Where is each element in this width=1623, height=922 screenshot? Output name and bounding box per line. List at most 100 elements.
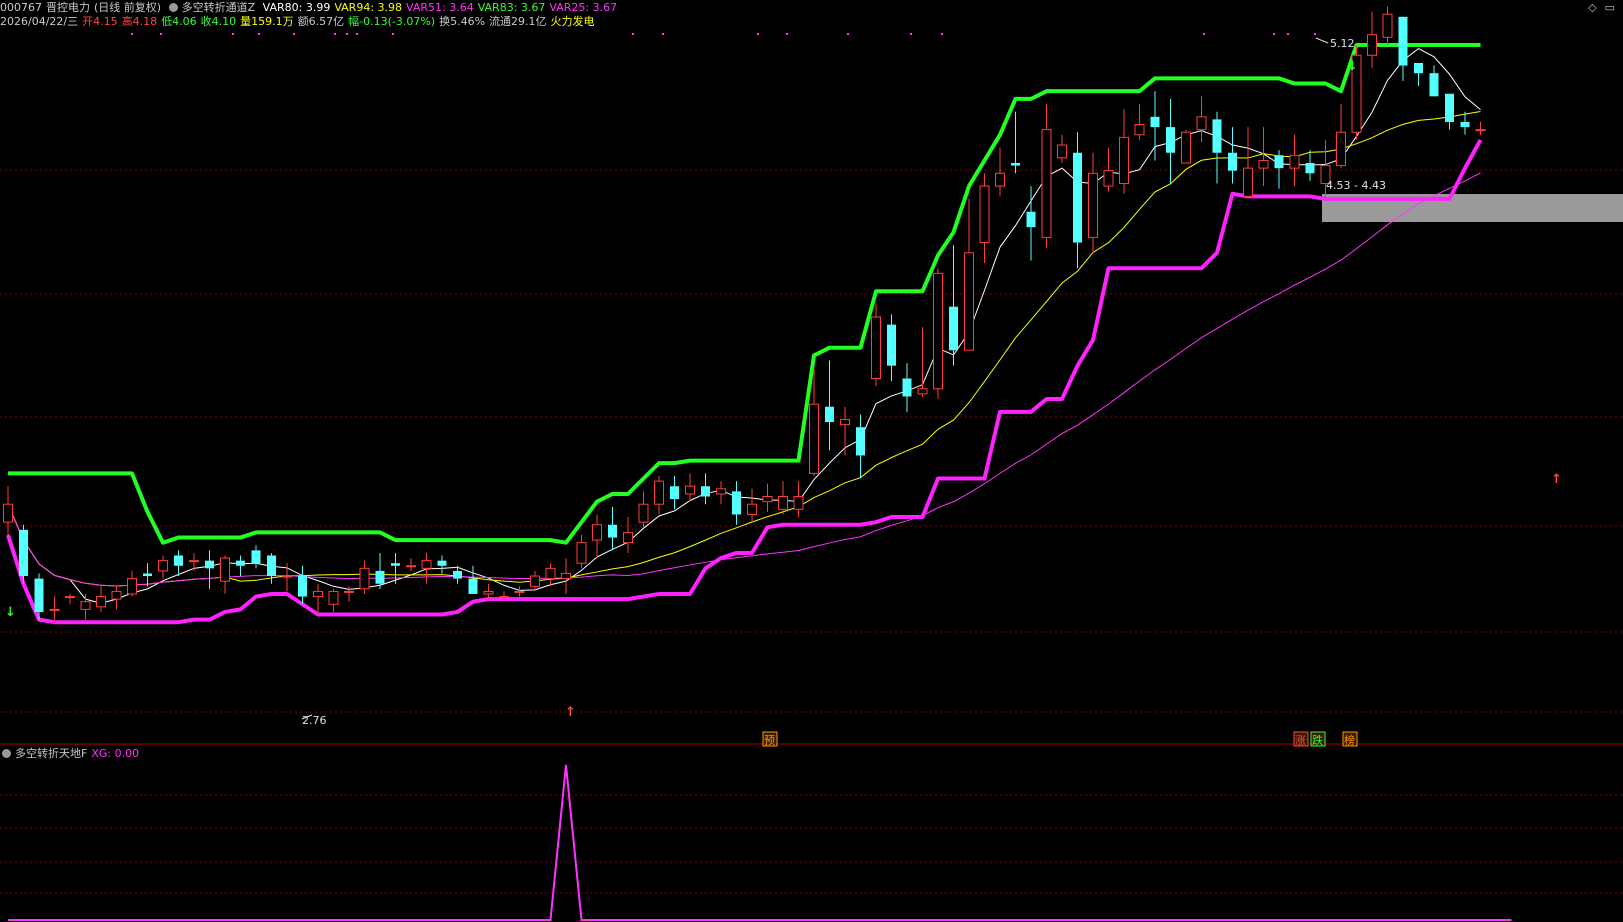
candle-body (701, 486, 710, 497)
candle-body (111, 590, 122, 600)
candle-body (313, 590, 323, 598)
candle-body (236, 560, 245, 566)
sub-indicator-toggle-icon[interactable] (2, 749, 11, 758)
candle-body (762, 496, 773, 503)
candle-body (592, 524, 602, 541)
candle-body (638, 503, 649, 523)
signal-marker: 榜 (1344, 733, 1355, 747)
candle-body (1289, 154, 1300, 169)
candle-body (391, 563, 400, 566)
signal-marker: 涨 (1295, 734, 1306, 747)
candle-body (1057, 144, 1067, 159)
marker-dot (662, 33, 664, 35)
marker-dot (757, 33, 759, 35)
candle-body (80, 601, 91, 610)
candle-body (34, 578, 44, 612)
candle-body (670, 486, 679, 500)
candle-body (1212, 119, 1222, 153)
candle-body (530, 575, 540, 587)
signal-marker: 跌 (1312, 733, 1323, 747)
candle-body (1073, 152, 1082, 243)
candle-body (576, 542, 587, 564)
max-price-label: 5.12 (1330, 37, 1355, 50)
marker-dot (293, 33, 295, 35)
candle-body (1196, 116, 1207, 131)
candle-body (1088, 172, 1098, 238)
candle-body (685, 485, 695, 495)
candle-body (561, 572, 571, 580)
candle-body (1367, 34, 1377, 56)
candle-body (1414, 62, 1423, 74)
candle-body (1150, 116, 1160, 128)
candle-body (19, 529, 28, 577)
candle-body (1460, 121, 1470, 128)
candle-body (747, 503, 757, 515)
min-price-label: 2.76 (302, 714, 327, 727)
marker-dot (1203, 33, 1205, 35)
candle-body (298, 576, 307, 597)
candle-body (1243, 167, 1253, 197)
max-price-pointer (1315, 37, 1329, 44)
signal-marker: 预 (764, 734, 775, 747)
candle-body (143, 573, 152, 577)
upper-channel-line (8, 43, 1481, 545)
candle-body (437, 560, 447, 566)
candle-body (158, 560, 168, 572)
candle-body (809, 403, 819, 474)
candle-body (1011, 163, 1020, 166)
candle-body (375, 570, 385, 584)
candle-body (933, 272, 943, 390)
candle-body (856, 427, 865, 456)
candle-body (1382, 13, 1393, 38)
candle-body (1445, 93, 1454, 122)
marker-dot (941, 33, 943, 35)
marker-dot (392, 33, 394, 35)
candle-body (453, 570, 462, 579)
candle-body (468, 578, 478, 594)
candle-body (917, 388, 928, 395)
candle-body (979, 185, 990, 244)
candle-body (732, 491, 741, 515)
buy-arrow-icon: ↑ (565, 705, 576, 720)
candle-body (127, 578, 137, 595)
candle-body (96, 596, 106, 608)
candle-body (1305, 163, 1315, 174)
candle-body (49, 608, 60, 611)
candle-body (654, 480, 664, 505)
candle-body (1429, 73, 1439, 97)
xg-value: XG: 0.00 (91, 747, 140, 760)
candle-body (174, 555, 183, 566)
candle-body (3, 503, 13, 523)
kline-chart[interactable]: 5.12 2.76 4.53 - 4.43 ↓ ↓ ↑ ↑ 预 涨跌 榜 (0, 0, 1623, 922)
candle-body (499, 596, 509, 599)
candle-body (267, 555, 276, 577)
marker-dot (910, 33, 912, 35)
marker-dot (160, 33, 162, 35)
candle-body (344, 590, 354, 593)
candle-body (902, 378, 912, 397)
marker-dot (258, 33, 260, 35)
candle-body (514, 590, 525, 593)
candle-body (1134, 124, 1145, 136)
candle-body (1119, 136, 1129, 185)
marker-dot (786, 33, 788, 35)
candle-body (1026, 211, 1036, 228)
candle-body (964, 252, 974, 351)
sub-indicator-header: 多空转折天地F XG: 0.00 (2, 747, 143, 761)
ma-long-line (7, 172, 1481, 587)
marker-dot (1314, 33, 1316, 35)
candle-body (840, 419, 850, 426)
marker-dot (1287, 33, 1289, 35)
candle-body (1041, 129, 1052, 238)
ma-mid-line (7, 111, 1481, 587)
marker-dot (632, 33, 634, 35)
candle-body (1336, 131, 1346, 167)
lower-channel-line (6, 138, 1483, 625)
candle-body (1228, 152, 1237, 171)
candle-body (793, 496, 804, 510)
candle-body (1274, 155, 1284, 169)
sub-indicator-name: 多空转折天地F (15, 747, 88, 760)
candle-body (1398, 16, 1408, 66)
ma-short-line (7, 48, 1481, 604)
buy-arrow-icon: ↑ (1551, 472, 1562, 487)
